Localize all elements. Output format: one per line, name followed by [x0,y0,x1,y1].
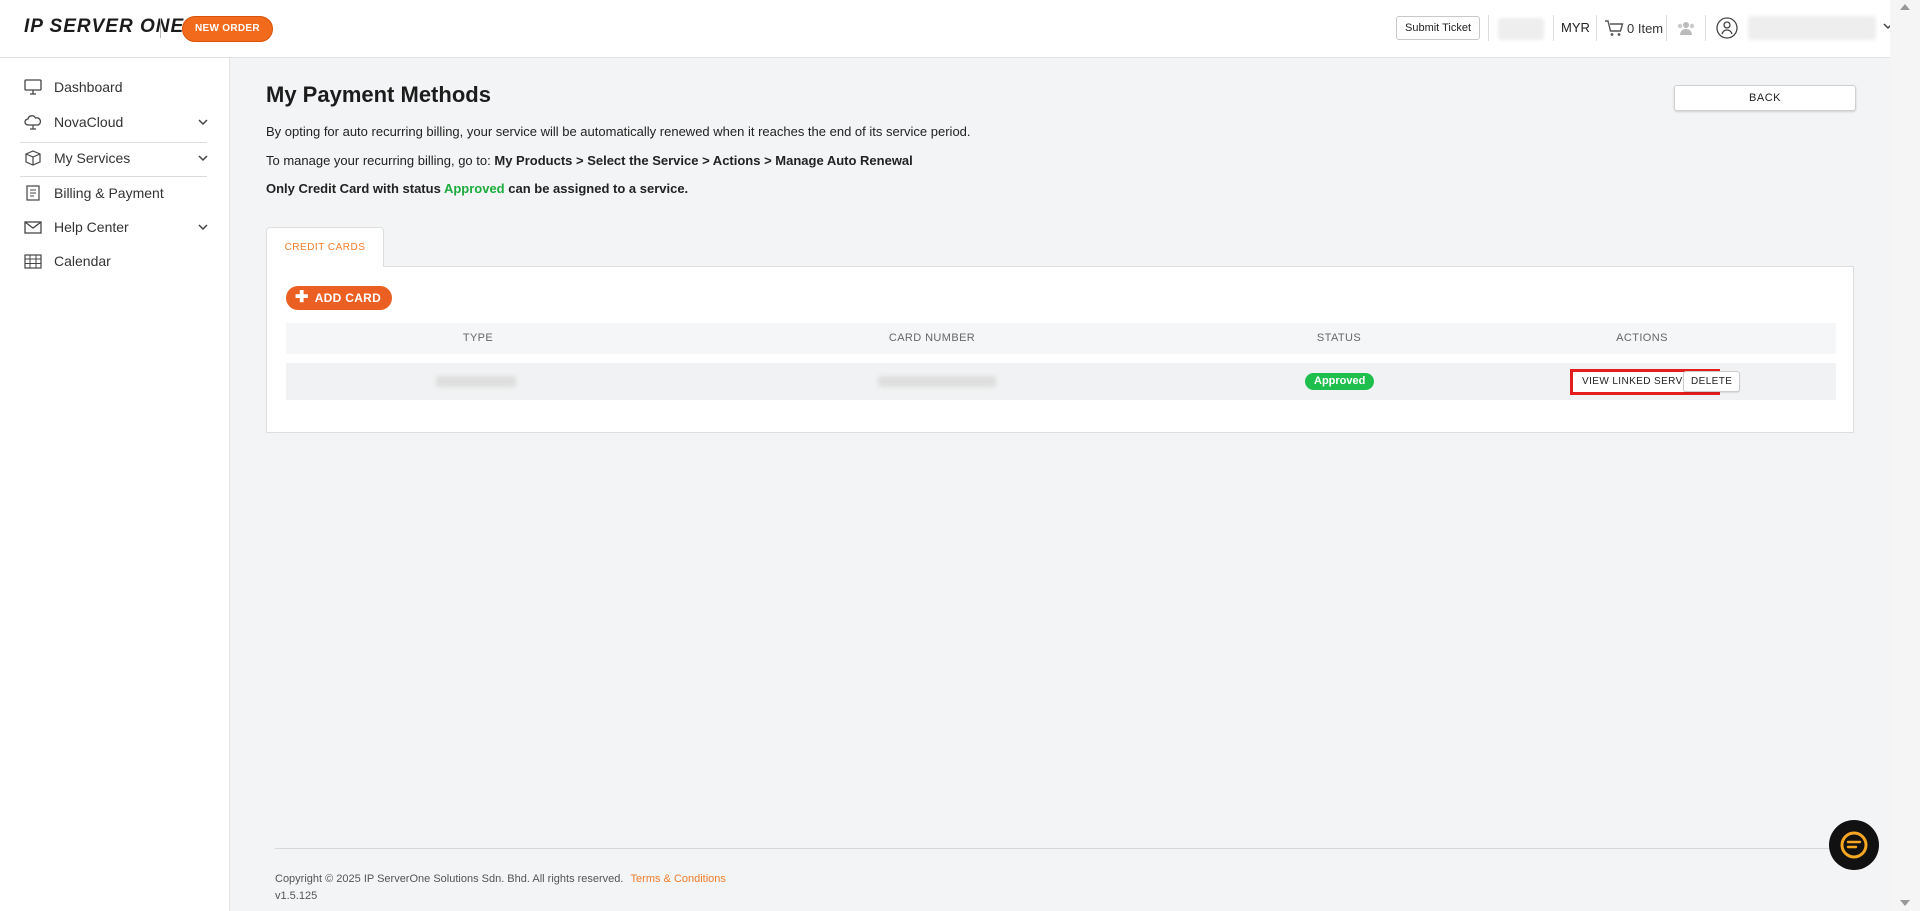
card-number-blurred [878,376,996,387]
sidebar-item-dashboard[interactable]: Dashboard [0,70,229,104]
scroll-down-icon[interactable] [1900,900,1910,906]
cart-label: 0 Item [1627,20,1664,36]
header-divider [1596,15,1597,41]
cloud-icon [24,115,42,130]
plus-icon: ✚ [295,289,309,306]
info-manage-path: My Products > Select the Service > Actio… [494,153,913,168]
chat-icon [1840,831,1868,859]
cart-icon [1605,20,1624,36]
card-type-blurred [436,376,516,387]
invoice-icon [26,185,40,201]
submit-ticket-button[interactable]: Submit Ticket [1396,16,1481,40]
mail-icon [24,221,42,234]
version-label: v1.5.125 [275,890,318,902]
user-avatar-icon[interactable] [1716,17,1738,39]
info-approved-note: Only Credit Card with status Approved ca… [266,181,688,196]
header-divider [1488,15,1489,41]
status-badge: Approved [1305,373,1375,390]
box-icon [25,150,41,166]
column-header-type: TYPE [462,332,494,344]
add-card-button[interactable]: ✚ ADD CARD [286,286,393,310]
sidebar-item-billing-payment[interactable]: Billing & Payment [0,176,229,210]
credit-cards-panel: ✚ ADD CARD TYPE CARD NUMBER STATUS ACTIO… [266,266,1854,433]
tab-credit-cards[interactable]: CREDIT CARDS [266,227,384,267]
back-button[interactable]: BACK [1674,85,1856,111]
delete-button[interactable]: DELETE [1683,371,1741,392]
header-divider [1666,15,1667,41]
column-header-status: STATUS [1316,332,1362,344]
info-manage-billing: To manage your recurring billing, go to:… [266,153,913,168]
monitor-icon [24,79,42,95]
column-header-actions: ACTIONS [1616,332,1668,344]
info-approved-prefix: Only Credit Card with status [266,181,441,196]
sidebar-item-novacloud[interactable]: NovaCloud [0,105,229,139]
sidebar-item-calendar[interactable]: Calendar [0,244,229,278]
team-icon[interactable] [1676,20,1696,36]
credit-balance-blurred [1498,18,1544,40]
scroll-up-icon[interactable] [1900,4,1910,10]
sidebar-item-label: Dashboard [54,79,123,95]
sidebar-item-help-center[interactable]: Help Center [0,210,229,244]
copyright-text: Copyright © 2025 IP ServerOne Solutions … [275,873,624,885]
chevron-down-icon [198,119,208,126]
sidebar-item-label: My Services [54,150,131,166]
terms-link[interactable]: Terms & Conditions [631,873,726,885]
header-divider [1705,15,1706,41]
sidebar-item-my-services[interactable]: My Services [0,141,229,175]
add-card-label: ADD CARD [314,291,382,305]
footer-divider [275,848,1853,849]
info-approved-status: Approved [443,181,505,196]
info-auto-billing: By opting for auto recurring billing, yo… [266,124,971,139]
user-name-blurred[interactable] [1748,16,1876,40]
logo-divider [160,18,161,38]
chevron-down-icon [198,224,208,231]
info-manage-prefix: To manage your recurring billing, go to: [266,153,491,168]
scrollbar[interactable] [1890,0,1920,911]
table-header: TYPE CARD NUMBER STATUS ACTIONS [286,323,1836,354]
sidebar-item-label: NovaCloud [54,114,124,130]
table-row: Approved VIEW LINKED SERVICES DELETE [286,363,1836,400]
sidebar-item-label: Billing & Payment [54,185,164,201]
cart-button[interactable]: 0 Item [1604,19,1663,37]
copyright: Copyright © 2025 IP ServerOne Solutions … [275,873,726,885]
calendar-icon [24,254,42,269]
sidebar-item-label: Help Center [54,219,129,235]
sidebar-item-label: Calendar [54,253,111,269]
top-header: IP SERVER ONE NEW ORDER Submit Ticket MY… [0,0,1893,58]
info-approved-suffix: can be assigned to a service. [508,181,689,196]
header-divider [1553,15,1554,41]
new-order-button[interactable]: NEW ORDER [182,16,273,42]
currency-selector[interactable]: MYR [1561,20,1590,35]
chat-button[interactable] [1829,820,1879,870]
column-header-card-number: CARD NUMBER [888,332,976,344]
chevron-down-icon [198,155,208,162]
sidebar: Dashboard NovaCloud My Services Billing … [0,58,230,911]
page-title: My Payment Methods [266,82,491,107]
